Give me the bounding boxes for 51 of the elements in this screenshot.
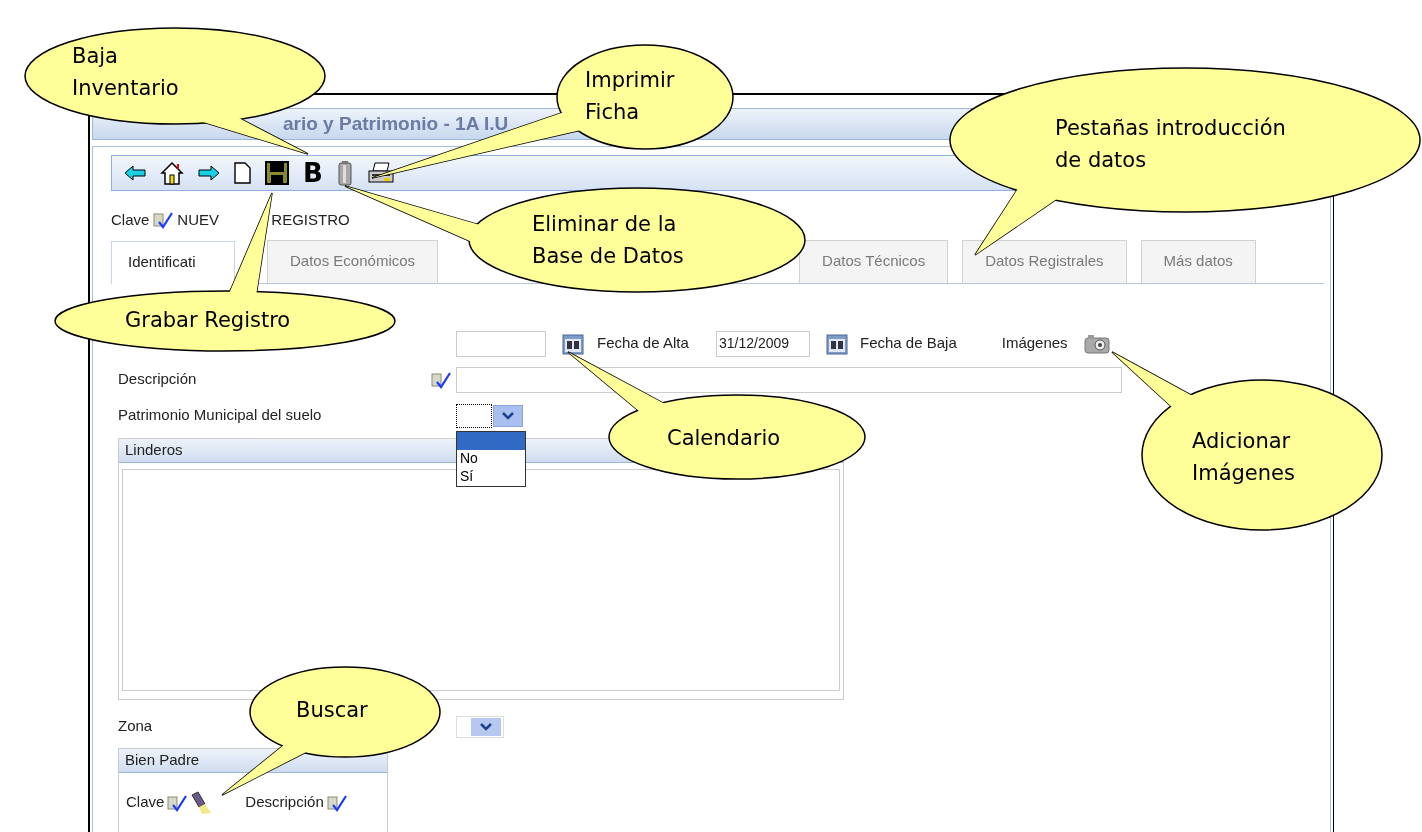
checklist-icon[interactable] (167, 793, 188, 812)
field-label: Patrimonio Municipal del suelo (118, 406, 322, 424)
date-field[interactable]: 31/12/2009 (716, 330, 810, 357)
calendar-icon[interactable] (826, 332, 848, 355)
description-field[interactable] (456, 366, 1122, 393)
arrow-right-icon[interactable] (198, 165, 220, 181)
record-status: NUEV (177, 211, 220, 228)
dropdown-option[interactable]: No (457, 449, 525, 468)
save-icon[interactable] (265, 161, 289, 185)
panel-title: Bien Padre (125, 749, 200, 770)
flashlight-icon[interactable] (190, 790, 213, 815)
window-title: ario y Patrimonio - 1A I.U (283, 111, 509, 136)
date-field[interactable] (456, 330, 546, 357)
checklist-icon[interactable] (431, 370, 451, 389)
home-icon[interactable] (160, 161, 184, 185)
callout-text: Pestañas introducción de datos (1055, 115, 1286, 174)
calendar-icon[interactable] (562, 332, 584, 355)
trash-can-icon[interactable] (336, 160, 353, 186)
field-label: Clave (126, 792, 165, 813)
callout-text: Buscar (296, 697, 368, 724)
field-label: Fecha de Baja (860, 333, 957, 354)
field-label: Zona (118, 717, 153, 735)
tab[interactable]: Datos Registrales (962, 239, 1127, 283)
arrow-left-icon[interactable] (124, 165, 146, 181)
record-status: REGISTRO (271, 211, 350, 228)
checklist-icon[interactable] (153, 211, 174, 230)
field-label: Descripción (245, 792, 324, 813)
tab[interactable]: Identificati (111, 240, 235, 284)
dropdown-field[interactable] (456, 403, 492, 428)
dropdown-option[interactable]: Sí (457, 467, 525, 486)
dropdown-button[interactable] (493, 404, 523, 427)
callout-text: Grabar Registro (125, 307, 291, 334)
panel-title: Linderos (125, 439, 183, 460)
chevron-down-icon (480, 722, 492, 731)
field-label: Imágenes (1001, 334, 1068, 352)
callout-text: Calendario (667, 425, 781, 452)
bold-button[interactable]: B (303, 160, 323, 186)
field-label: Fecha de Alta (597, 334, 689, 352)
field-label: Descripción (118, 370, 197, 388)
camera-icon[interactable] (1083, 333, 1110, 354)
tab[interactable]: Más datos (1140, 239, 1256, 283)
page-icon[interactable] (234, 162, 251, 184)
callout-text: Baja Inventario (72, 43, 179, 102)
tab[interactable]: Datos Económicos (267, 239, 439, 283)
callout-text: Adicionar Imágenes (1192, 428, 1295, 487)
record-key-label: Clave (111, 210, 150, 230)
callout-text: Imprimir Ficha (585, 67, 675, 126)
callout-text: Eliminar de la Base de Datos (532, 211, 684, 270)
chevron-down-icon (502, 411, 514, 420)
checklist-icon[interactable] (326, 793, 347, 812)
tab[interactable]: Datos Técnicos (799, 239, 949, 283)
